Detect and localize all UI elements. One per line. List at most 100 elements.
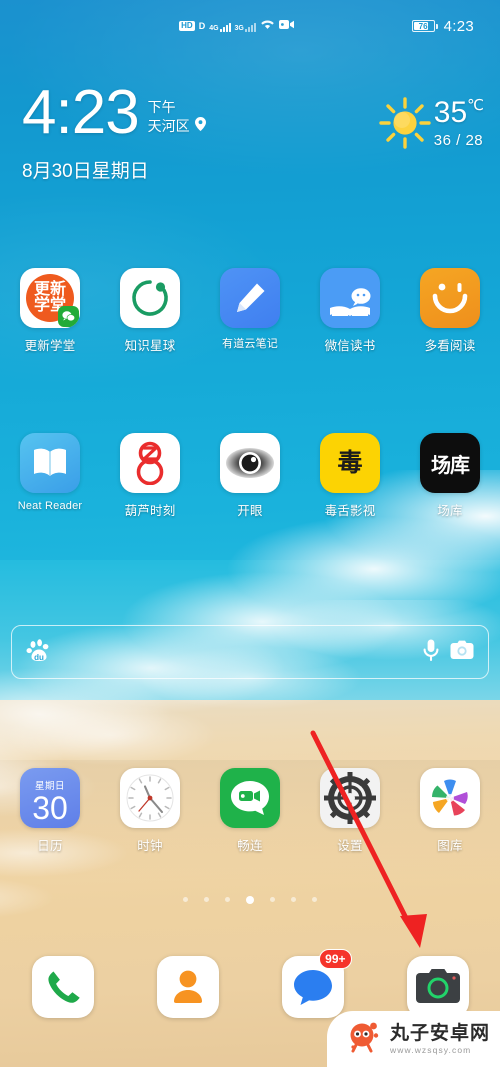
location-pin-icon bbox=[194, 116, 206, 136]
duokan-yuedu-icon[interactable] bbox=[420, 268, 480, 328]
settings-gear-icon[interactable] bbox=[320, 768, 380, 828]
watermark-site-url: www.wzsqsy.com bbox=[389, 1044, 472, 1055]
page-dot-0[interactable] bbox=[183, 897, 188, 902]
youdao-yunbiji-icon[interactable] bbox=[220, 268, 280, 328]
weixin-dushu-icon[interactable] bbox=[320, 268, 380, 328]
volte-letter-icon: D bbox=[198, 21, 206, 31]
changku-glyph: 场库 bbox=[431, 454, 470, 477]
app-hulu-shike[interactable]: 葫芦时刻 bbox=[100, 433, 200, 519]
hulu-shike-icon[interactable] bbox=[120, 433, 180, 493]
clock-weather-widget[interactable]: 4:23 下午 天河区 8月30日星期日 35℃ 36 / 28 bbox=[0, 78, 500, 204]
weather-temperature: 35℃ bbox=[433, 96, 484, 129]
app-label: 多看阅读 bbox=[424, 339, 476, 353]
status-bar-indicators: HD D 4G 3G bbox=[179, 17, 295, 35]
widget-location-label: 天河区 bbox=[147, 117, 190, 134]
video-recording-icon bbox=[278, 17, 295, 35]
status-bar: HD D 4G 3G 76 4:23 bbox=[0, 0, 500, 52]
gengxin-xuetang-icon[interactable]: 更新 学堂 bbox=[20, 268, 80, 328]
sun-icon bbox=[378, 96, 432, 155]
zhishi-xingqiu-icon[interactable] bbox=[120, 268, 180, 328]
app-duokan-yuedu[interactable]: 多看阅读 bbox=[400, 268, 500, 354]
wanzi-mascot-icon bbox=[343, 1017, 383, 1062]
dushe-yingshi-icon[interactable]: 毒 bbox=[320, 433, 380, 493]
page-indicator[interactable] bbox=[0, 895, 500, 904]
phone-icon[interactable] bbox=[31, 956, 94, 1018]
volte-hd-icon: HD bbox=[179, 21, 195, 31]
widget-location: 天河区 bbox=[147, 116, 206, 136]
app-label: 开眼 bbox=[237, 504, 263, 518]
app-zhishi-xingqiu[interactable]: 知识星球 bbox=[100, 268, 200, 354]
app-label: 设置 bbox=[337, 839, 363, 853]
svg-text:du: du bbox=[34, 653, 44, 662]
app-label: 日历 bbox=[37, 839, 63, 853]
app-clock[interactable]: 时钟 bbox=[100, 768, 200, 854]
changku-icon[interactable]: 场库 bbox=[420, 433, 480, 493]
app-label: 图库 bbox=[437, 839, 463, 853]
wechat-badge-icon bbox=[58, 306, 79, 327]
battery-icon: 76 bbox=[411, 20, 438, 32]
page-dot-4[interactable] bbox=[270, 897, 275, 902]
page-dot-3[interactable] bbox=[246, 895, 254, 904]
status-bar-clock: 4:23 bbox=[443, 17, 474, 35]
app-label: 知识星球 bbox=[124, 339, 176, 353]
app-label: 畅连 bbox=[237, 839, 263, 853]
messages-unread-badge: 99+ bbox=[319, 949, 352, 969]
calendar-icon[interactable]: 星期日 30 bbox=[20, 768, 80, 828]
app-weixin-dushu[interactable]: 微信读书 bbox=[300, 268, 400, 354]
page-dot-5[interactable] bbox=[291, 897, 296, 902]
microphone-icon[interactable] bbox=[422, 638, 440, 667]
gengxin-glyph-top: 更新 bbox=[33, 281, 66, 298]
app-label: Neat Reader bbox=[17, 500, 83, 512]
app-label: 时钟 bbox=[137, 839, 163, 853]
baidu-paw-icon: du bbox=[26, 639, 52, 665]
page-dot-1[interactable] bbox=[204, 897, 209, 902]
app-settings[interactable]: 设置 bbox=[300, 768, 400, 854]
sim1-signal-icon: 4G bbox=[209, 21, 231, 32]
page-dot-6[interactable] bbox=[312, 897, 317, 902]
app-dushe-yingshi[interactable]: 毒 毒舌影视 bbox=[300, 433, 400, 519]
camera-icon[interactable] bbox=[406, 956, 469, 1018]
messages-bubble-icon[interactable]: 99+ bbox=[281, 949, 352, 1018]
dushe-glyph: 毒 bbox=[337, 448, 363, 477]
app-neat-reader[interactable]: Neat Reader bbox=[0, 433, 100, 519]
camera-search-icon[interactable] bbox=[450, 640, 474, 665]
watermark-site-name: 丸子安卓网 bbox=[389, 1022, 490, 1044]
app-grid-row-1: 更新 学堂 更新学堂 知识星球 有道云笔记 微信读书 多看阅读 bbox=[0, 268, 500, 354]
kaiyan-icon[interactable] bbox=[220, 433, 280, 493]
sim2-signal-icon: 3G bbox=[235, 21, 256, 32]
wifi-icon bbox=[260, 17, 275, 35]
baidu-search-bar[interactable]: du bbox=[11, 625, 489, 679]
clock-widget[interactable]: 4:23 下午 天河区 bbox=[22, 78, 206, 147]
site-watermark: 丸子安卓网 www.wzsqsy.com bbox=[326, 1011, 500, 1067]
page-dot-2[interactable] bbox=[225, 897, 230, 902]
app-label: 有道云笔记 bbox=[222, 338, 278, 350]
gallery-icon[interactable] bbox=[420, 768, 480, 828]
app-changku[interactable]: 场库 场库 bbox=[400, 433, 500, 519]
app-youdao-yunbiji[interactable]: 有道云笔记 bbox=[200, 268, 300, 354]
sim2-network-label: 3G bbox=[234, 24, 244, 32]
app-grid-row-3: 星期日 30 日历 时钟 畅连 设置 图库 bbox=[0, 768, 500, 854]
app-gengxin-xuetang[interactable]: 更新 学堂 更新学堂 bbox=[0, 268, 100, 354]
search-input[interactable] bbox=[62, 626, 412, 678]
changlian-icon[interactable] bbox=[220, 768, 280, 828]
app-changlian[interactable]: 畅连 bbox=[200, 768, 300, 854]
contacts-person-icon[interactable] bbox=[156, 956, 219, 1018]
app-label: 毒舌影视 bbox=[324, 504, 376, 518]
status-bar-right: 76 4:23 bbox=[295, 18, 500, 35]
app-gallery[interactable]: 图库 bbox=[400, 768, 500, 854]
widget-date: 8月30日星期日 bbox=[22, 161, 149, 182]
app-label: 场库 bbox=[437, 504, 463, 518]
widget-ampm: 下午 bbox=[147, 99, 176, 115]
app-calendar[interactable]: 星期日 30 日历 bbox=[0, 768, 100, 854]
weather-widget[interactable]: 35℃ 36 / 28 bbox=[378, 96, 484, 155]
app-kaiyan[interactable]: 开眼 bbox=[200, 433, 300, 519]
clock-icon[interactable] bbox=[120, 768, 180, 828]
app-label: 更新学堂 bbox=[24, 339, 76, 353]
neat-reader-icon[interactable] bbox=[20, 433, 80, 493]
temp-unit: ℃ bbox=[467, 97, 484, 114]
widget-time: 4:23 bbox=[22, 78, 140, 147]
app-grid-row-2: Neat Reader 葫芦时刻 开眼 毒 毒舌影视 场库 场库 bbox=[0, 433, 500, 519]
app-label: 葫芦时刻 bbox=[124, 504, 176, 518]
app-label: 微信读书 bbox=[324, 339, 376, 353]
calendar-day: 30 bbox=[32, 790, 68, 827]
